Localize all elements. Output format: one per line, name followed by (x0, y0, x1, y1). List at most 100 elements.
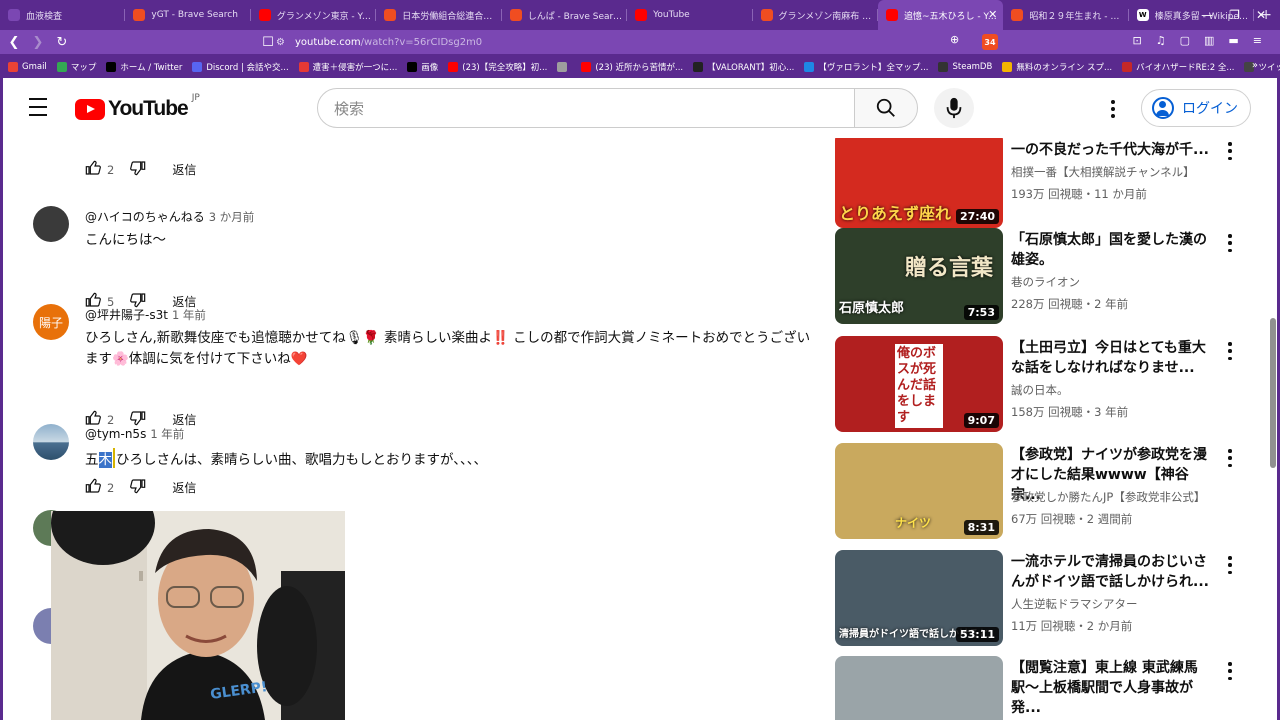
video-more-icon[interactable] (1225, 662, 1235, 680)
avatar[interactable] (33, 424, 69, 460)
video-thumbnail[interactable]: 清掃員がドイツ語で話しかけると 53:11 (835, 550, 1003, 646)
bookmark-item[interactable]: マップ (56, 61, 96, 73)
bookmark-item[interactable]: 【ヴァロラント】全マップ... (804, 61, 928, 73)
related-video[interactable]: 【閲覧注意】東上線 東武練馬駅～上板橋駅間で人身事故が発...saitou ha… (835, 656, 1255, 720)
bookmark-icon[interactable]: ☐ (258, 32, 278, 52)
video-title[interactable]: 【閲覧注意】東上線 東武練馬駅～上板橋駅間で人身事故が発... (1011, 658, 1211, 718)
video-title[interactable]: 一流ホテルで清掃員のおじいさんがドイツ語で話しかけられ... (1011, 552, 1211, 592)
video-more-icon[interactable] (1225, 142, 1235, 160)
page-scrollbar[interactable] (1270, 138, 1276, 720)
video-thumbnail[interactable] (835, 656, 1003, 720)
video-title[interactable]: 「石原慎太郎」国を愛した漢の雄姿。 (1011, 230, 1211, 270)
author-name[interactable]: @ハイコのちゃんねる (85, 210, 205, 224)
url-bar[interactable]: ⚙ youtube.com/watch?v=56rCIDsg2m0 (276, 32, 996, 52)
tab-title: 日本労働組合総連合会 会長 (402, 11, 497, 22)
browser-tab[interactable]: yGT - Brave Search (125, 0, 251, 30)
thumbnail-caption: 俺のボスが死んだ話をします (895, 344, 943, 428)
search-input[interactable]: 検索 (317, 88, 855, 128)
related-video[interactable]: 清掃員がドイツ語で話しかけると 53:11 一流ホテルで清掃員のおじいさんがドイツ語… (835, 550, 1255, 650)
browser-tab[interactable]: YouTube (627, 0, 753, 30)
related-video[interactable]: 石原慎太郎 贈る言葉 7:53 「石原慎太郎」国を愛した漢の雄姿。 巷のライオン 228万… (835, 228, 1255, 328)
login-button[interactable]: ログイン (1141, 89, 1251, 127)
close-window-button[interactable]: ✕ (1256, 8, 1266, 22)
browser-tab[interactable]: グランメゾン東京 - YouTube (251, 0, 377, 30)
bookmarks-overflow-icon[interactable]: » (1252, 60, 1258, 71)
voice-search-button[interactable] (934, 88, 974, 128)
menu-icon[interactable]: ≡ (1253, 34, 1262, 47)
youtube-logo[interactable]: YouTube JP (75, 93, 200, 121)
comment-timestamp[interactable]: 1 年前 (150, 427, 184, 441)
reply-button[interactable]: 返信 (172, 479, 196, 496)
comment-author[interactable]: @ハイコのちゃんねる 3 か月前 (85, 208, 254, 225)
like-button[interactable] (85, 478, 101, 497)
video-thumbnail[interactable]: とりあえず座れ 27:40 (835, 132, 1003, 228)
brave-shields-icon[interactable]: 34 (982, 34, 998, 50)
close-tab-icon[interactable]: ✕ (988, 8, 997, 21)
related-video[interactable]: 俺のボスが死んだ話をします 9:07 【土田弓立】今日はとても重大な話をしなければな… (835, 336, 1255, 436)
avatar[interactable] (33, 206, 69, 242)
channel-name[interactable]: 相撲一番【大相撲解説チャンネル】 (1011, 164, 1195, 180)
channel-name[interactable]: 誠の日本。 (1011, 382, 1069, 398)
bookmark-item[interactable]: 画像 (407, 61, 438, 73)
video-thumbnail[interactable]: 石原慎太郎 贈る言葉 7:53 (835, 228, 1003, 324)
search-button[interactable] (854, 88, 918, 128)
related-video[interactable]: ナイツ 8:31 【参政党】ナイツが参政党を漫才にした結果wwww【神谷宗... 参政… (835, 443, 1255, 543)
like-button[interactable] (85, 160, 101, 179)
avatar[interactable]: 陽子 (33, 304, 69, 340)
settings-more-icon[interactable] (1103, 98, 1123, 120)
channel-name[interactable]: 参政党しか勝たんJP【参政党非公式】 (1011, 489, 1205, 505)
video-more-icon[interactable] (1225, 342, 1235, 360)
music-icon[interactable]: ♫ (1156, 34, 1166, 47)
bookmark-item[interactable]: Discord | 会話や交... (192, 61, 289, 73)
browser-tab[interactable]: しんぱ - Brave Search (502, 0, 628, 30)
bookmark-item[interactable]: Gmail (8, 62, 47, 72)
bookmark-item[interactable]: 【VALORANT】初心... (693, 61, 794, 73)
browser-tab[interactable]: 追憶~五木ひろし - YouTube✕ (877, 0, 1004, 30)
browser-tab[interactable]: 昭和２９年生まれ - Brave Search (1003, 0, 1129, 30)
bookmark-item[interactable] (557, 62, 571, 72)
comment-timestamp[interactable]: 3 か月前 (209, 210, 254, 224)
back-button[interactable]: ❮ (4, 32, 24, 52)
browser-tab[interactable]: 血液検査 (0, 0, 126, 30)
video-more-icon[interactable] (1225, 234, 1235, 252)
comment-author[interactable]: @坪井陽子-s3t 1 年前 (85, 306, 206, 323)
dislike-button[interactable] (130, 478, 146, 497)
tabs-icon[interactable]: ▢ (1180, 34, 1190, 47)
channel-name[interactable]: 人生逆転ドラマシアター (1011, 596, 1138, 612)
bookmark-item[interactable]: バイオハザードRE:2 全... (1122, 61, 1234, 73)
bookmark-item[interactable]: ホーム / Twitter (106, 61, 182, 73)
video-title[interactable]: 一の不良だった千代大海が千... (1011, 140, 1211, 162)
dislike-button[interactable] (130, 160, 146, 179)
video-thumbnail[interactable]: ナイツ 8:31 (835, 443, 1003, 539)
vpn-icon[interactable]: ▬ (1228, 34, 1238, 47)
reload-button[interactable]: ↻ (52, 32, 72, 52)
bookmark-item[interactable]: 無料のオンライン スプ... (1002, 61, 1112, 73)
site-info-icon[interactable]: ⚙ (276, 37, 285, 48)
channel-name[interactable]: 巷のライオン (1011, 274, 1080, 290)
sidebar-icon[interactable]: ▥ (1204, 34, 1214, 47)
author-name[interactable]: @坪井陽子-s3t (85, 308, 168, 322)
related-video[interactable]: とりあえず座れ 27:40 一の不良だった千代大海が千... 相撲一番【大相撲解説チャ… (835, 132, 1255, 236)
reply-button[interactable]: 返信 (172, 161, 196, 178)
bookmark-item[interactable]: (23)【完全攻略】初... (448, 61, 547, 73)
zoom-icon[interactable]: ⊕ (950, 33, 959, 46)
browser-tab[interactable]: グランメゾン南麻布 - Brave Search (753, 0, 878, 30)
hamburger-menu-icon[interactable] (29, 98, 51, 116)
video-more-icon[interactable] (1225, 556, 1235, 574)
screenshot-icon[interactable]: ⊡ (1132, 34, 1141, 47)
author-name[interactable]: @tym-n5s (85, 427, 146, 441)
video-thumbnail[interactable]: 俺のボスが死んだ話をします 9:07 (835, 336, 1003, 432)
video-title[interactable]: 【土田弓立】今日はとても重大な話をしなければなりませ... (1011, 338, 1211, 378)
bookmark-item[interactable]: (23) 近所から苦情が... (581, 61, 683, 73)
browser-tab[interactable]: 日本労働組合総連合会 会長 (376, 0, 502, 30)
video-more-icon[interactable] (1225, 449, 1235, 467)
comment-timestamp[interactable]: 1 年前 (172, 308, 206, 322)
comment-author[interactable]: @tym-n5s 1 年前 (85, 426, 184, 442)
minimize-button[interactable]: — (1201, 8, 1213, 22)
scrollbar-thumb[interactable] (1270, 318, 1276, 468)
bookmark-item[interactable]: SteamDB (938, 62, 992, 72)
bookmark-item[interactable]: ツイッチ関連 (1244, 61, 1280, 73)
bookmark-item[interactable]: 遭害＋侵害が一つに... (298, 61, 397, 73)
forward-button[interactable]: ❯ (28, 32, 48, 52)
maximize-button[interactable]: ❐ (1229, 8, 1240, 22)
